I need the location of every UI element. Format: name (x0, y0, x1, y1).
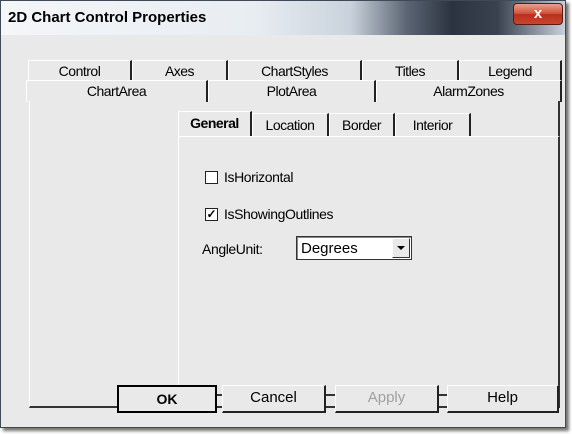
is-showing-outlines-checkbox[interactable]: ✓ (205, 208, 218, 221)
is-horizontal-label[interactable]: IsHorizontal (224, 169, 294, 185)
subtab-interior[interactable]: Interior (395, 113, 471, 137)
title-bar[interactable]: 2D Chart Control Properties x (1, 1, 565, 35)
is-showing-outlines-label[interactable]: IsShowingOutlines (224, 206, 334, 222)
subtab-location[interactable]: Location (252, 113, 329, 137)
tab-chartarea[interactable]: ChartArea (26, 80, 208, 102)
ok-button[interactable]: OK (117, 385, 217, 413)
close-button[interactable]: x (513, 3, 563, 25)
angle-unit-select[interactable]: Degrees (296, 236, 412, 260)
dialog-window: 2D Chart Control Properties x Control Ax… (0, 0, 566, 428)
is-horizontal-checkbox[interactable] (205, 171, 218, 184)
help-button[interactable]: Help (447, 385, 559, 413)
cancel-button[interactable]: Cancel (222, 385, 326, 413)
chevron-down-icon[interactable] (392, 238, 410, 258)
tab-axes[interactable]: Axes (132, 60, 228, 81)
subtab-border[interactable]: Border (329, 113, 395, 137)
angle-unit-value: Degrees (301, 240, 358, 257)
dialog-client-area: Control Axes ChartStyles Titles Legend C… (8, 35, 562, 423)
tab-plotarea[interactable]: PlotArea (208, 80, 376, 102)
window-title: 2D Chart Control Properties (8, 9, 207, 26)
tab-alarmzones[interactable]: AlarmZones (376, 80, 562, 102)
apply-button[interactable]: Apply (335, 385, 439, 413)
tab-chartstyles[interactable]: ChartStyles (228, 60, 362, 81)
tab-legend[interactable]: Legend (459, 60, 562, 81)
angle-unit-label: AngleUnit: (202, 241, 263, 257)
tab-titles[interactable]: Titles (362, 60, 459, 81)
subtab-general[interactable]: General (178, 111, 252, 137)
tab-control[interactable]: Control (28, 60, 132, 81)
